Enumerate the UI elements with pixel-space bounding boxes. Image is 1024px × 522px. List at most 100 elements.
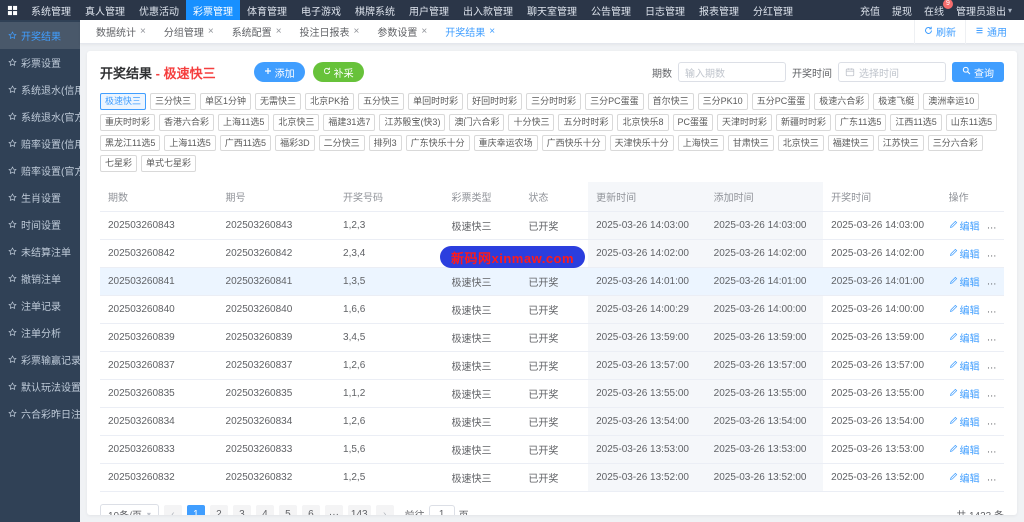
lottery-chip[interactable]: 香港六合彩 xyxy=(159,113,215,131)
sidebar-item[interactable]: 赔率设置(官方) xyxy=(0,157,80,184)
top-menu-item[interactable]: 出入款管理 xyxy=(456,0,520,20)
lottery-chip[interactable]: 江苏骰宝(快3) xyxy=(379,113,446,131)
lottery-chip[interactable]: 排列3 xyxy=(368,134,402,152)
tab-投注日报表[interactable]: 投注日报表 × xyxy=(292,21,368,42)
sidebar-item[interactable]: 注单记录 xyxy=(0,292,80,319)
page-button[interactable]: 1 xyxy=(186,505,205,515)
lottery-chip[interactable]: 山东11选5 xyxy=(945,113,998,131)
top-menu-item[interactable]: 系统管理 xyxy=(24,0,78,20)
close-icon[interactable]: × xyxy=(140,26,146,37)
edit-link[interactable]: 编辑 xyxy=(949,470,980,485)
sidebar-item[interactable]: 注单分析 xyxy=(0,319,80,346)
lottery-chip[interactable]: 十分快三 xyxy=(508,113,555,131)
page-button[interactable]: 5 xyxy=(278,505,297,515)
prev-page-button[interactable]: ‹ xyxy=(163,505,182,515)
lottery-chip[interactable]: 北京快三 xyxy=(777,134,824,152)
lottery-chip[interactable]: 天津快乐十分 xyxy=(609,134,674,152)
lottery-chip[interactable]: 北京PK拾 xyxy=(305,93,355,110)
sidebar-item[interactable]: 生肖设置 xyxy=(0,184,80,211)
lottery-chip[interactable]: 单区1分钟 xyxy=(200,93,252,110)
refresh-button[interactable]: 刷新 xyxy=(914,19,965,44)
close-icon[interactable]: × xyxy=(421,26,427,37)
sidebar-item[interactable]: 系统退水(官方) xyxy=(0,103,80,130)
page-button[interactable]: 2 xyxy=(209,505,228,515)
page-button[interactable]: 3 xyxy=(232,505,251,515)
edit-link[interactable]: 编辑 xyxy=(949,330,980,345)
sidebar-item[interactable]: 彩票设置 xyxy=(0,49,80,76)
lottery-chip[interactable]: 无需快三 xyxy=(255,93,302,110)
top-menu-item[interactable]: 电子游戏 xyxy=(294,0,348,20)
lottery-chip[interactable]: 三分PK10 xyxy=(697,93,748,110)
sidebar-item[interactable]: 系统退水(信用) xyxy=(0,76,80,103)
lottery-chip[interactable]: PC蛋蛋 xyxy=(672,113,714,131)
add-button[interactable]: 添加 xyxy=(253,62,305,82)
top-menu-item[interactable]: 聊天室管理 xyxy=(520,0,584,20)
lottery-chip[interactable]: 广东快乐十分 xyxy=(405,134,470,152)
page-button[interactable]: 6 xyxy=(301,505,320,515)
lottery-chip[interactable]: 福彩3D xyxy=(275,134,315,152)
withdraw-link[interactable]: 提现 xyxy=(892,3,912,18)
lottery-chip[interactable]: 黑龙江11选5 xyxy=(100,134,161,152)
top-menu-item[interactable]: 彩票管理 xyxy=(186,0,240,20)
edit-link[interactable]: 编辑 xyxy=(949,218,980,233)
lottery-chip[interactable]: 单式七星彩 xyxy=(141,155,197,173)
lottery-chip[interactable]: 广西快乐十分 xyxy=(541,134,606,152)
top-menu-item[interactable]: 用户管理 xyxy=(402,0,456,20)
lottery-chip[interactable]: 五分快三 xyxy=(358,93,405,110)
lottery-chip[interactable]: 澳洲幸运10 xyxy=(923,93,980,110)
top-menu-item[interactable]: 体育管理 xyxy=(240,0,294,20)
lottery-chip[interactable]: 上海11选5 xyxy=(164,134,216,152)
lottery-chip[interactable]: 澳门六合彩 xyxy=(449,113,505,131)
tab-系统配置[interactable]: 系统配置 × xyxy=(224,21,290,42)
edit-link[interactable]: 编辑 xyxy=(949,386,980,401)
close-icon[interactable]: × xyxy=(276,26,282,37)
next-page-button[interactable]: › xyxy=(375,505,394,515)
more-pages-button[interactable]: ··· xyxy=(324,505,343,515)
grid-logo-icon[interactable] xyxy=(0,0,24,20)
lottery-chip[interactable]: 重庆幸运农场 xyxy=(473,134,538,152)
lottery-chip[interactable]: 极速飞艇 xyxy=(873,93,920,110)
sidebar-item[interactable]: 赔率设置(信用) xyxy=(0,130,80,157)
lottery-chip[interactable]: 好回时时彩 xyxy=(467,93,523,110)
lottery-chip[interactable]: 北京快乐8 xyxy=(617,113,669,131)
sidebar-item[interactable]: 撤销注单 xyxy=(0,265,80,292)
edit-link[interactable]: 编辑 xyxy=(949,246,980,261)
collect-button[interactable]: 补采 xyxy=(312,62,364,82)
online-link[interactable]: 在线 9 xyxy=(924,0,953,18)
top-menu-item[interactable]: 真人管理 xyxy=(78,0,132,20)
lottery-chip[interactable]: 上海快三 xyxy=(677,134,724,152)
sidebar-item[interactable]: 彩票输赢记录 xyxy=(0,346,80,373)
sidebar-item[interactable]: 六合彩昨日注单 xyxy=(0,400,80,427)
lottery-chip[interactable]: 极速快三 xyxy=(100,93,147,110)
page-button[interactable]: 4 xyxy=(255,505,274,515)
lottery-chip[interactable]: 三分快三 xyxy=(150,93,197,110)
lottery-chip[interactable]: 三分PC蛋蛋 xyxy=(585,93,644,110)
lottery-chip[interactable]: 江西11选5 xyxy=(890,113,942,131)
top-menu-item[interactable]: 分红管理 xyxy=(746,0,800,20)
sidebar-item[interactable]: 未结算注单 xyxy=(0,238,80,265)
edit-link[interactable]: 编辑 xyxy=(949,442,980,457)
lottery-chip[interactable]: 单回时时彩 xyxy=(408,93,464,110)
page-jump-input[interactable] xyxy=(428,505,455,515)
last-page-button[interactable]: 143 xyxy=(347,505,371,515)
close-icon[interactable]: × xyxy=(354,26,360,37)
top-menu-item[interactable]: 优惠活动 xyxy=(132,0,186,20)
top-menu-item[interactable]: 报表管理 xyxy=(692,0,746,20)
page-size-select[interactable]: 10条/页 ▾ xyxy=(100,504,159,515)
top-menu-item[interactable]: 日志管理 xyxy=(638,0,692,20)
lottery-chip[interactable]: 五分PC蛋蛋 xyxy=(751,93,811,110)
tab-开奖结果[interactable]: 开奖结果 × xyxy=(437,21,503,42)
lottery-chip[interactable]: 广东11选5 xyxy=(835,113,887,131)
lottery-chip[interactable]: 五分时时彩 xyxy=(558,113,614,131)
lottery-chip[interactable]: 江苏快三 xyxy=(877,134,924,152)
lottery-chip[interactable]: 天津时时彩 xyxy=(717,113,773,131)
sidebar-item[interactable]: 时间设置 xyxy=(0,211,80,238)
tab-参数设置[interactable]: 参数设置 × xyxy=(369,21,435,42)
lottery-chip[interactable]: 重庆时时彩 xyxy=(100,113,156,131)
lottery-chip[interactable]: 福建快三 xyxy=(827,134,874,152)
top-menu-item[interactable]: 公告管理 xyxy=(584,0,638,20)
close-icon[interactable]: × xyxy=(208,26,214,37)
lottery-chip[interactable]: 上海11选5 xyxy=(218,113,270,131)
sidebar-item[interactable]: 默认玩法设置 xyxy=(0,373,80,400)
tab-数据统计[interactable]: 数据统计 × xyxy=(88,21,154,42)
